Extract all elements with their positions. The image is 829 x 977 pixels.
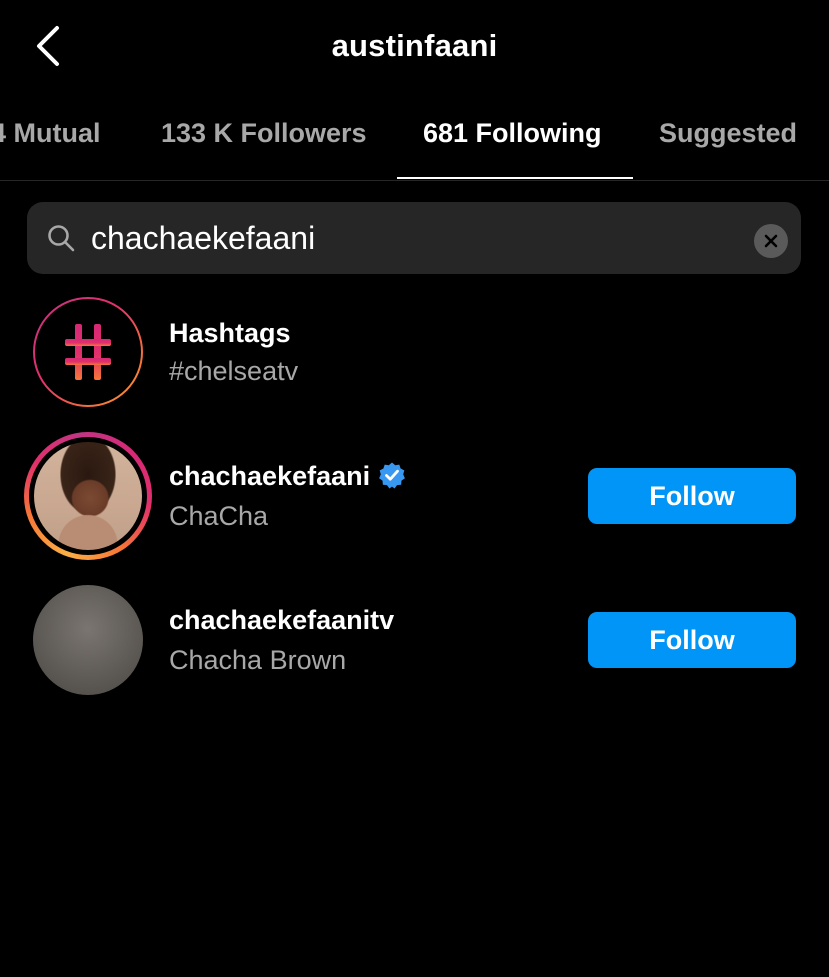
- clear-search-button[interactable]: [754, 224, 788, 258]
- tab-bar: 4 Mutual 133 K Followers 681 Following S…: [0, 100, 829, 181]
- avatar: [34, 442, 142, 550]
- username: chachaekefaanitv: [169, 605, 395, 635]
- page-title: austinfaani: [331, 28, 498, 63]
- search-bar[interactable]: [27, 202, 801, 274]
- full-name: Chacha Brown: [169, 645, 347, 675]
- tab-followers[interactable]: 133 K Followers: [161, 118, 367, 178]
- search-icon: [48, 225, 75, 252]
- list-item-title: Hashtags: [169, 318, 291, 348]
- story-ring[interactable]: [24, 432, 152, 560]
- header: austinfaani: [0, 0, 829, 95]
- tab-suggested[interactable]: Suggested: [659, 118, 797, 178]
- active-tab-indicator: [397, 177, 633, 179]
- follow-button[interactable]: Follow: [588, 612, 796, 668]
- full-name: ChaCha: [169, 501, 269, 531]
- verified-badge-icon: [379, 462, 406, 489]
- search-input[interactable]: [91, 214, 731, 262]
- username: chachaekefaani: [169, 461, 406, 492]
- close-icon: [764, 234, 778, 248]
- list-item-subtitle: #chelseatv: [169, 356, 299, 386]
- follow-button[interactable]: Follow: [588, 468, 796, 524]
- tab-mutual[interactable]: 4 Mutual: [0, 118, 101, 178]
- tab-following[interactable]: 681 Following: [423, 118, 602, 178]
- hashtag-avatar: [33, 297, 143, 407]
- avatar[interactable]: [33, 585, 143, 695]
- hashtag-icon: [65, 324, 111, 380]
- username-text: chachaekefaani: [169, 461, 371, 491]
